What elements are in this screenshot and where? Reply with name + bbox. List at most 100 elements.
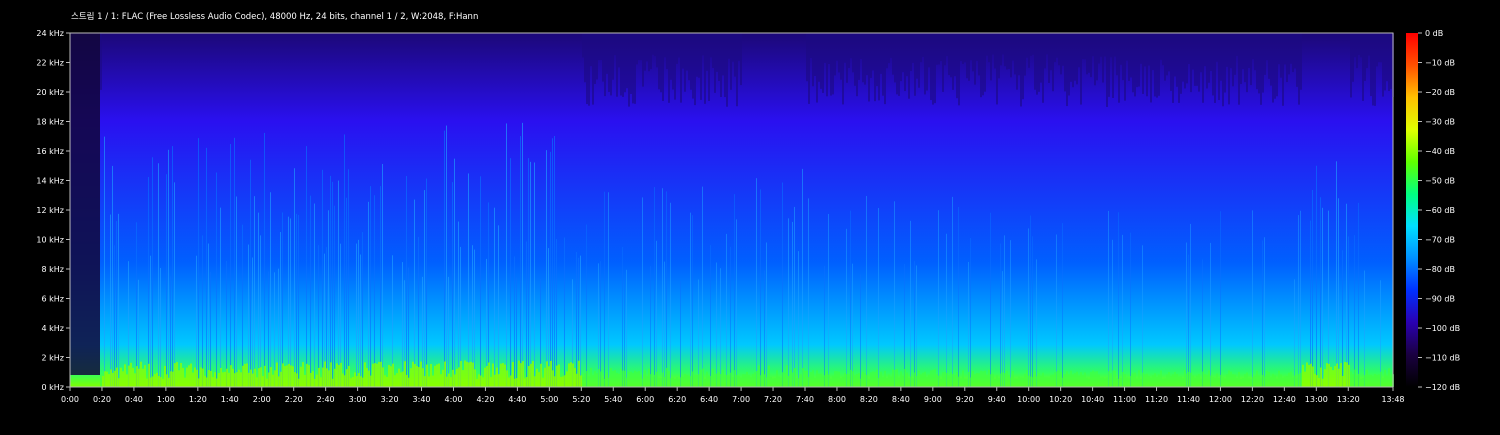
- spectrogram-column: [400, 372, 402, 387]
- spectrogram-column: [972, 370, 974, 387]
- spectrogram-column: [680, 33, 682, 103]
- spectrogram-column: [1232, 374, 1234, 387]
- spectrogram-column: [716, 262, 717, 387]
- spectrogram-column: [488, 362, 490, 387]
- spectrogram-column: [376, 363, 378, 387]
- colorbar-tick-label: −60 dB: [1425, 206, 1455, 215]
- spectrogram-column: [1182, 378, 1184, 387]
- spectrogram-column: [586, 224, 587, 387]
- spectrogram-column: [938, 33, 940, 65]
- spectrogram-column: [1054, 33, 1056, 63]
- spectrogram-column: [680, 377, 682, 387]
- spectrogram-column: [1262, 374, 1264, 387]
- spectrogram-column: [678, 33, 680, 58]
- spectrogram-column: [1210, 375, 1212, 387]
- spectrogram-column: [504, 364, 506, 387]
- x-tick-label: 7:20: [764, 395, 782, 404]
- spectrogram-column: [404, 361, 406, 387]
- x-tick-label: 2:40: [317, 395, 335, 404]
- spectrogram-column: [1254, 375, 1256, 387]
- spectrogram-column: [852, 263, 853, 387]
- spectrogram-column: [734, 33, 736, 77]
- spectrogram-column: [1244, 374, 1246, 387]
- spectrogram-column: [1030, 215, 1031, 387]
- spectrogram-column: [924, 371, 926, 387]
- y-tick-label: 0 kHz: [42, 383, 64, 392]
- spectrogram-column: [804, 371, 806, 387]
- spectrogram-column: [480, 176, 481, 387]
- spectrogram-column: [1290, 371, 1292, 387]
- spectrogram-column: [364, 362, 366, 387]
- spectrogram-column: [984, 33, 986, 92]
- spectrogram-column: [140, 361, 142, 387]
- spectrogram-column: [526, 377, 528, 387]
- spectrogram-column: [840, 378, 842, 387]
- spectrogram-column: [136, 366, 138, 387]
- spectrogram-column: [872, 33, 874, 71]
- spectrogram-column: [662, 372, 664, 387]
- spectrogram-column: [604, 378, 606, 387]
- spectrogram-column: [1384, 33, 1386, 91]
- spectrogram-column: [1146, 33, 1148, 97]
- spectrogram-column: [336, 363, 338, 387]
- spectrogram-column: [1196, 33, 1198, 86]
- spectrogram-column: [592, 33, 594, 105]
- spectrogram-column: [170, 276, 171, 387]
- spectrogram-column: [1370, 33, 1372, 97]
- spectrogram-column: [792, 221, 793, 387]
- spectrogram-column: [644, 33, 646, 71]
- spectrogram-column: [200, 367, 202, 387]
- spectrogram-column: [730, 372, 732, 387]
- spectrogram-column: [1068, 33, 1070, 96]
- spectrogram-column: [1218, 378, 1220, 387]
- spectrogram-column: [736, 219, 737, 387]
- spectrogram-column: [700, 369, 702, 387]
- spectrogram-column: [512, 361, 514, 387]
- spectrogram-column: [956, 372, 958, 387]
- spectrogram-column: [990, 212, 991, 387]
- spectrogram-column: [744, 374, 746, 387]
- spectrogram-column: [1058, 370, 1060, 387]
- spectrogram-column: [1380, 33, 1382, 63]
- spectrogram-column: [1208, 33, 1210, 83]
- spectrogram-column: [382, 163, 383, 387]
- spectrogram-column: [370, 186, 371, 387]
- spectrogram-column: [922, 33, 924, 57]
- x-tick-label: 2:00: [253, 395, 271, 404]
- spectrogram-column: [258, 368, 260, 387]
- spectrogram-column: [1322, 207, 1323, 387]
- x-tick-label: 10:00: [1017, 395, 1040, 404]
- y-tick-label: 16 kHz: [36, 147, 64, 156]
- spectrogram-column: [420, 361, 422, 387]
- spectrogram-column: [208, 370, 210, 387]
- spectrogram-column: [1142, 33, 1144, 94]
- spectrogram-column: [1228, 33, 1230, 105]
- spectrogram-column: [294, 372, 296, 387]
- spectrogram-column: [1192, 33, 1194, 70]
- spectrogram-column: [910, 376, 912, 387]
- spectrogram-column: [460, 360, 462, 387]
- spectrogram-column: [1374, 33, 1376, 106]
- spectrogram-column: [1006, 33, 1008, 70]
- spectrogram-column: [1362, 378, 1364, 387]
- spectrogram-column: [580, 375, 582, 387]
- spectrogram-column: [930, 33, 932, 101]
- x-tick-label: 3:20: [381, 395, 399, 404]
- spectrogram-column: [202, 368, 204, 387]
- spectrogram-column: [114, 245, 115, 387]
- x-tick-label: 9:40: [988, 395, 1006, 404]
- spectrogram-column: [614, 370, 616, 387]
- x-tick-label: 10:40: [1081, 395, 1104, 404]
- spectrogram-column: [1208, 370, 1210, 387]
- spectrogram-column: [278, 268, 279, 387]
- spectrogram-column: [246, 363, 248, 387]
- spectrogram-column: [906, 372, 908, 387]
- spectrogram-column: [496, 367, 498, 387]
- spectrogram-column: [1040, 33, 1042, 83]
- spectrogram-column: [740, 377, 742, 387]
- spectrogram-column: [1192, 375, 1194, 387]
- spectrogram-column: [232, 368, 234, 387]
- spectrogram-column: [1286, 33, 1288, 83]
- spectrogram-column: [1072, 33, 1074, 88]
- y-tick-label: 8 kHz: [42, 265, 64, 274]
